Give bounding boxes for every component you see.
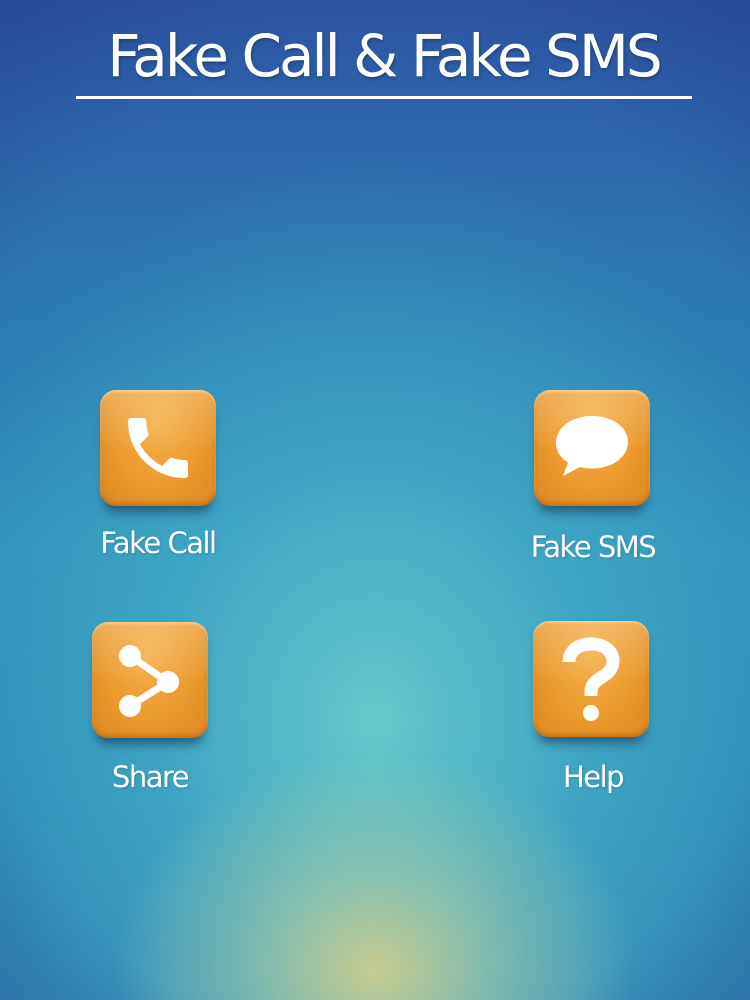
share-label[interactable]: Share [60, 760, 240, 794]
app-title: Fake Call & Fake SMS [107, 22, 662, 90]
help-label[interactable]: Help [503, 760, 683, 794]
phone-icon [128, 418, 188, 478]
title-underline [76, 96, 692, 99]
speech-bubble-icon [556, 416, 628, 476]
fake-call-label[interactable]: Fake Call [68, 526, 248, 560]
share-button[interactable] [92, 622, 208, 738]
help-button[interactable] [533, 621, 649, 737]
fake-sms-button[interactable] [534, 390, 650, 506]
fake-sms-label[interactable]: Fake SMS [503, 530, 683, 564]
share-icon [119, 645, 179, 717]
fake-call-button[interactable] [100, 390, 216, 506]
question-mark-icon [562, 637, 620, 721]
